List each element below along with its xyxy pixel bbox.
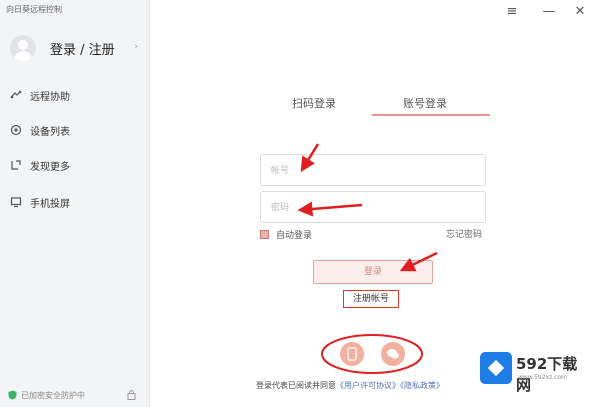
screen-cast-icon [10,196,22,208]
sidebar-item-device-list[interactable]: 设备列表 [10,120,144,140]
menu-icon[interactable]: ≡ [504,3,520,19]
account-input[interactable] [260,154,486,186]
sidebar-item-label: 发现更多 [30,161,70,173]
auto-login-label: 自动登录 [276,230,313,241]
app-title: 向日葵远程控制 [6,5,62,14]
sidebar-item-discover[interactable]: 发现更多 [10,155,144,175]
close-icon[interactable]: ✕ [572,3,588,19]
site-logo-icon [480,352,512,384]
tab-qr-login[interactable]: 扫码登录 [292,95,336,111]
active-tab-indicator [372,114,490,116]
sidebar-item-label: 远程协助 [30,91,70,103]
sidebar: 向日葵远程控制 登录 / 注册 › 远程协助 设备列表 发现更多 手机投屏 已加… [0,0,150,407]
sidebar-item-screen-cast[interactable]: 手机投屏 [10,192,144,212]
agreement-prefix: 登录代表已阅读并同意 [256,381,336,390]
site-watermark: 592下载网 www.592xz.com [480,350,592,394]
password-input[interactable] [260,191,486,223]
annotation-ellipse [321,334,423,374]
shield-icon [8,390,17,400]
avatar [10,35,36,61]
security-status: 已加密安全防护中 [8,388,142,402]
sidebar-item-remote-assist[interactable]: 远程协助 [10,85,144,105]
agreement-text: 登录代表已阅读并同意《用户许可协议》《隐私政策》 [256,380,444,391]
sidebar-item-label: 设备列表 [30,126,70,138]
discover-icon [10,159,22,171]
wechat-login-icon [387,349,399,359]
security-status-text: 已加密安全防护中 [21,390,85,400]
phone-login-button[interactable] [340,342,364,366]
login-register-entry[interactable]: 登录 / 注册 › [10,33,142,63]
forgot-password-link[interactable]: 忘记密码 [446,227,482,240]
user-license-link[interactable]: 《用户许可协议》 [336,381,400,390]
phone-login-icon [347,347,357,361]
device-list-icon [10,124,22,136]
chevron-right-icon: › [134,42,138,52]
auto-login-checkbox[interactable] [260,229,269,239]
tab-account-login[interactable]: 账号登录 [403,95,447,111]
auto-login-option[interactable]: 自动登录 [260,227,312,241]
wechat-login-button[interactable] [381,342,405,366]
minimize-icon[interactable]: — [541,3,557,19]
register-account-link[interactable]: 注册帐号 [343,290,399,308]
remote-assist-icon [10,89,22,101]
sidebar-item-label: 手机投屏 [30,198,70,210]
privacy-policy-link[interactable]: 《隐私政策》 [400,381,444,390]
lock-icon[interactable] [127,389,136,400]
login-register-label: 登录 / 注册 [50,42,115,58]
watermark-url: www.592xz.com [518,374,567,381]
login-button[interactable]: 登录 [313,260,433,284]
